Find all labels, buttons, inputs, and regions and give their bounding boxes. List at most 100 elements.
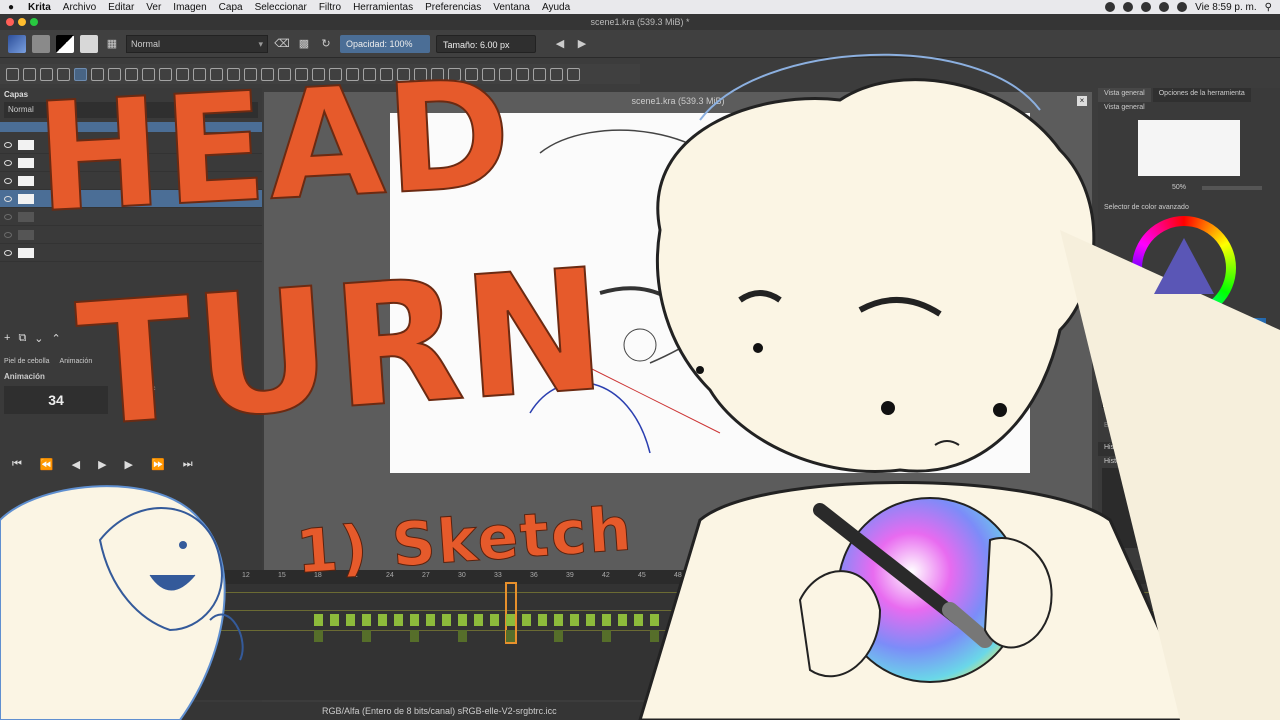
- next-frame-button[interactable]: ▶: [125, 458, 133, 471]
- layer-row[interactable]: [0, 172, 262, 190]
- ellipse-select-tool[interactable]: [431, 67, 444, 81]
- overview-thumbnail[interactable]: [1138, 120, 1240, 176]
- line-tool[interactable]: [91, 67, 104, 81]
- minimize-window-button[interactable]: [18, 18, 26, 26]
- menu-capa[interactable]: Capa: [213, 2, 249, 13]
- keyframe[interactable]: [442, 614, 451, 626]
- duplicate-layer-icon[interactable]: ⧉: [18, 332, 26, 348]
- tab-overview[interactable]: Vista general: [1098, 88, 1151, 102]
- brush-preset-selected[interactable]: [1135, 378, 1165, 408]
- move-down-icon[interactable]: ⌄: [34, 332, 43, 348]
- close-window-button[interactable]: [6, 18, 14, 26]
- previous-frame-button[interactable]: ◀: [72, 458, 80, 471]
- layer-opacity-bar[interactable]: [0, 122, 262, 132]
- keyframe[interactable]: [474, 614, 483, 626]
- polyline-tool[interactable]: [159, 67, 172, 81]
- keyframe[interactable]: [634, 614, 643, 626]
- opacity-slider[interactable]: Opacidad: 100%: [340, 34, 430, 53]
- move-up-icon[interactable]: ⌃: [52, 332, 61, 348]
- mirror-horizontal-icon[interactable]: ◀: [552, 36, 568, 52]
- keyframe[interactable]: [602, 630, 611, 642]
- menu-filtro[interactable]: Filtro: [313, 2, 347, 13]
- menu-archivo[interactable]: Archivo: [57, 2, 102, 13]
- layer-row[interactable]: [0, 226, 262, 244]
- apple-icon[interactable]: ●: [0, 2, 22, 13]
- keyframe[interactable]: [506, 630, 515, 642]
- menu-herramientas[interactable]: Herramientas: [347, 2, 419, 13]
- keyframe[interactable]: [410, 614, 419, 626]
- keyframe[interactable]: [490, 614, 499, 626]
- wifi-icon[interactable]: [1159, 2, 1170, 12]
- rect-select-tool[interactable]: [414, 67, 427, 81]
- gradient-tool[interactable]: [295, 67, 308, 81]
- keyframe[interactable]: [458, 630, 467, 642]
- menu-preferencias[interactable]: Preferencias: [419, 2, 487, 13]
- keyframe[interactable]: [554, 614, 563, 626]
- layer-row-selected[interactable]: [0, 190, 262, 208]
- rectangle-tool[interactable]: [108, 67, 121, 81]
- keyframe[interactable]: [522, 614, 531, 626]
- status-icon[interactable]: [1123, 2, 1134, 12]
- keyframe[interactable]: [362, 630, 371, 642]
- ellipse-tool[interactable]: [125, 67, 138, 81]
- tab-animation[interactable]: Animación: [60, 358, 93, 365]
- brush-tag-select[interactable]: Sketch: [1104, 364, 1208, 376]
- first-frame-button[interactable]: ⏮: [12, 458, 22, 471]
- current-frame-field[interactable]: 34: [4, 386, 108, 414]
- fg-bg-color-swatch[interactable]: [56, 34, 74, 53]
- menu-ayuda[interactable]: Ayuda: [536, 2, 576, 13]
- keyframe[interactable]: [1228, 584, 1237, 596]
- calligraphy-tool[interactable]: [57, 67, 70, 81]
- keyframe[interactable]: [602, 614, 611, 626]
- assistant-tool[interactable]: [363, 67, 376, 81]
- menu-app-krita[interactable]: Krita: [22, 2, 57, 13]
- keyframe[interactable]: [506, 614, 515, 626]
- animation-timeline[interactable]: 12 15 18 21 24 27 30 33 36 39 42 45 48 9…: [0, 570, 1280, 700]
- eye-icon[interactable]: [4, 249, 12, 256]
- keyframe[interactable]: [1210, 584, 1219, 596]
- layer-row[interactable]: [0, 154, 262, 172]
- menu-imagen[interactable]: Imagen: [167, 2, 212, 13]
- transform-tool[interactable]: [244, 67, 257, 81]
- reference-images-tool[interactable]: [397, 67, 410, 81]
- magnetic-select-tool[interactable]: [533, 67, 546, 81]
- select-shapes-tool[interactable]: [6, 67, 19, 81]
- tab-histogram[interactable]: Histograma: [1212, 442, 1261, 456]
- close-document-icon[interactable]: ×: [1077, 96, 1087, 106]
- keyframe[interactable]: [538, 614, 547, 626]
- next-keyframe-button[interactable]: ⏩: [151, 458, 165, 471]
- brush-preset[interactable]: [1102, 378, 1132, 408]
- eye-icon[interactable]: [4, 141, 12, 148]
- zoom-window-button[interactable]: [30, 18, 38, 26]
- pattern-swatch[interactable]: [32, 34, 50, 53]
- status-icon[interactable]: [1105, 2, 1116, 12]
- eraser-icon[interactable]: ⌫: [274, 36, 290, 52]
- bezier-select-tool[interactable]: [516, 67, 529, 81]
- keyframe[interactable]: [346, 614, 355, 626]
- zoom-slider[interactable]: [1202, 186, 1262, 190]
- freehand-select-tool[interactable]: [465, 67, 478, 81]
- keyframe[interactable]: [426, 614, 435, 626]
- keyframe[interactable]: [314, 630, 323, 642]
- keyframe[interactable]: [410, 630, 419, 642]
- keyframe[interactable]: [458, 614, 467, 626]
- mirror-vertical-icon[interactable]: ▶: [574, 36, 590, 52]
- gradient-swatch[interactable]: [8, 34, 26, 53]
- fill-tool[interactable]: [346, 67, 359, 81]
- keyframe[interactable]: [314, 614, 323, 626]
- menu-ver[interactable]: Ver: [140, 2, 167, 13]
- keyframe[interactable]: [554, 630, 563, 642]
- keyframe[interactable]: [362, 614, 371, 626]
- menu-editar[interactable]: Editar: [102, 2, 140, 13]
- eye-icon[interactable]: [4, 231, 12, 238]
- brush-preset-button[interactable]: [80, 34, 98, 53]
- keyframe[interactable]: [394, 614, 403, 626]
- tab-onion-skin[interactable]: Piel de cebolla: [4, 358, 50, 365]
- similar-select-tool[interactable]: [499, 67, 512, 81]
- reload-icon[interactable]: ↻: [318, 36, 334, 52]
- menubar-clock[interactable]: Vie 8:59 p. m.: [1195, 2, 1257, 13]
- color-picker-tool[interactable]: [312, 67, 325, 81]
- polygon-select-tool[interactable]: [448, 67, 461, 81]
- freehand-brush-tool[interactable]: [74, 67, 87, 81]
- layer-row[interactable]: [0, 208, 262, 226]
